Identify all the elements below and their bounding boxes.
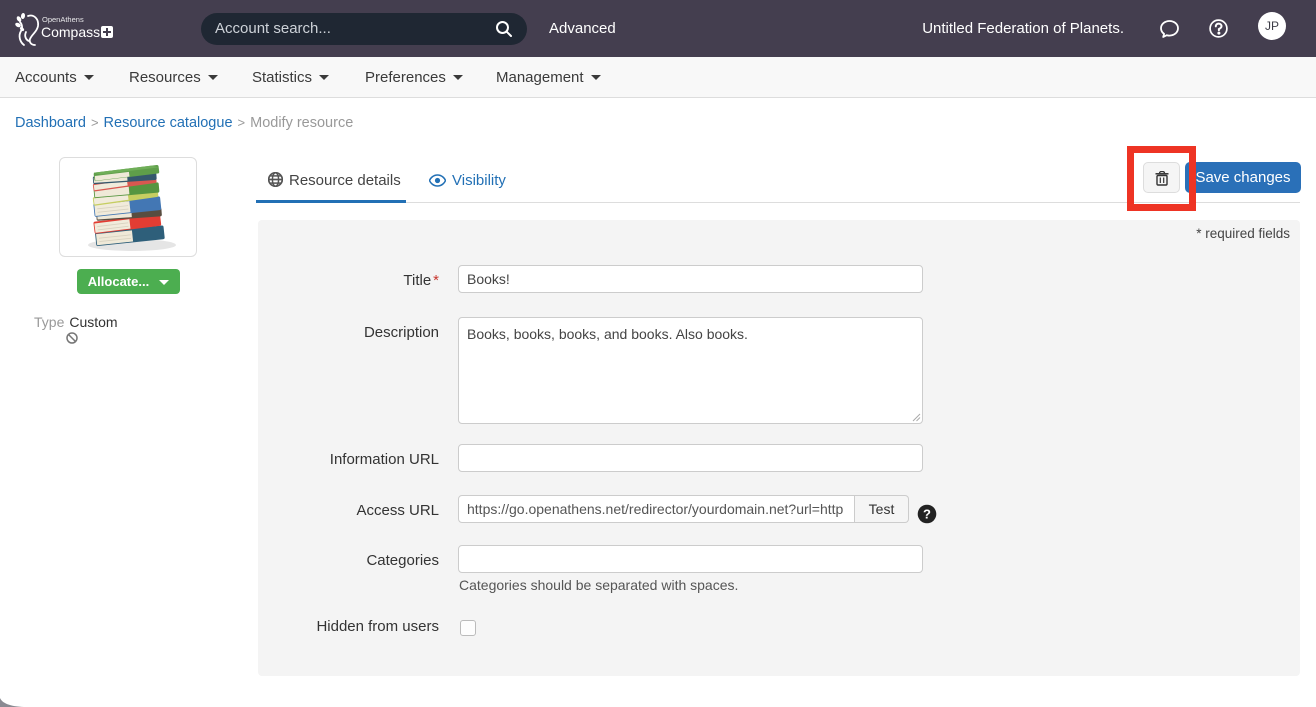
svg-text:?: ? <box>923 507 931 522</box>
